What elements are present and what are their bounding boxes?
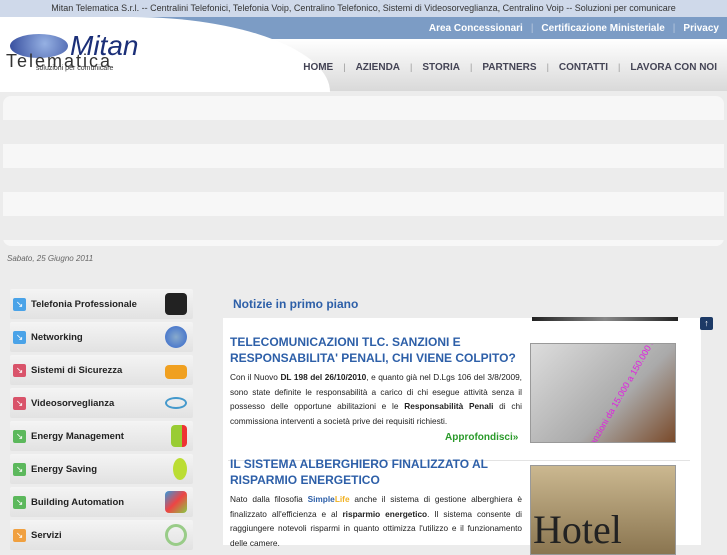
arrow-icon: ↘ [13, 363, 26, 377]
scroll-up-button[interactable]: ↑ [700, 317, 713, 330]
arrow-icon: ↘ [13, 297, 26, 311]
logo-tagline: soluzioni per comunicare [36, 65, 114, 72]
arrow-icon: ↘ [13, 495, 26, 509]
news-item: TELECOMUNICAZIONI TLC. SANZIONI E RESPON… [230, 334, 690, 443]
sidebar-item-label: Networking [31, 331, 83, 343]
sidebar-item-label: Building Automation [31, 496, 125, 508]
arrow-icon: ↘ [13, 528, 26, 542]
section-title: Notizie in primo piano [233, 297, 359, 311]
sidebar-item-label: Energy Management [31, 430, 124, 442]
news-image[interactable]: Hotel [530, 465, 676, 555]
sidebar-item-label: Telefonia Professionale [31, 298, 137, 310]
news-title[interactable]: IL SISTEMA ALBERGHIERO FINALIZZATO AL RI… [230, 456, 520, 488]
nav-partners[interactable]: PARTNERS [472, 62, 546, 73]
arrow-icon: ↘ [13, 330, 26, 344]
image-caption: Hotel [533, 507, 622, 552]
news-section: Notizie in primo piano ↑ TELECOMUNICAZIO… [220, 290, 727, 555]
site-tagline-bar: Mitan Telematica S.r.l. -- Centralini Te… [0, 0, 727, 17]
news-body: Con il Nuovo DL 198 del 26/10/2010, e qu… [230, 372, 522, 426]
banner-slideshow[interactable] [3, 96, 724, 246]
sidebar-item-servizi[interactable]: ↘ Servizi [10, 520, 193, 550]
sidebar-item-building-automation[interactable]: ↘ Building Automation [10, 487, 193, 517]
news-body: Nato dalla filosofia SimpleLife anche il… [230, 494, 523, 548]
arrow-up-icon: ↑ [704, 318, 709, 328]
energy-meter-icon [171, 425, 187, 447]
sidebar-item-energy-management[interactable]: ↘ Energy Management [10, 421, 193, 451]
sidebar-item-label: Energy Saving [31, 463, 97, 475]
building-icon [165, 491, 187, 513]
link-privacy[interactable]: Privacy [675, 23, 727, 34]
sidebar-item-sicurezza[interactable]: ↘ Sistemi di Sicurezza [10, 355, 193, 385]
nav-azienda[interactable]: AZIENDA [346, 62, 410, 73]
lock-icon [165, 365, 187, 379]
news-item: IL SISTEMA ALBERGHIERO FINALIZZATO AL RI… [230, 456, 690, 555]
sidebar-item-label: Servizi [31, 529, 62, 541]
current-date: Sabato, 25 Giugno 2011 [7, 254, 94, 263]
news-title[interactable]: TELECOMUNICAZIONI TLC. SANZIONI E RESPON… [230, 334, 520, 366]
sidebar-item-label: Sistemi di Sicurezza [31, 364, 123, 376]
link-certificazione[interactable]: Certificazione Ministeriale [533, 23, 672, 34]
image-caption: (Sanzioni da 15.000 a 150.000 euro) [583, 343, 665, 443]
arrow-icon: ↘ [13, 429, 26, 443]
sidebar-item-energy-saving[interactable]: ↘ Energy Saving [10, 454, 193, 484]
tagline-text: Mitan Telematica S.r.l. -- Centralini Te… [51, 3, 676, 13]
sidebar-menu: ↘ Telefonia Professionale ↘ Networking ↘ Si… [10, 289, 193, 553]
phone-icon [165, 293, 187, 315]
bulb-icon [173, 458, 187, 480]
nav-contatti[interactable]: CONTATTI [549, 62, 618, 73]
main-nav: HOME | AZIENDA | STORIA | PARTNERS | CONTATT… [293, 58, 727, 76]
nav-lavora[interactable]: LAVORA CON NOI [620, 62, 727, 73]
logo[interactable]: Mitan Telematica soluzioni per comunicar… [6, 28, 156, 76]
image-strip [532, 317, 678, 321]
eye-icon [165, 397, 187, 409]
nav-home[interactable]: HOME [293, 62, 343, 73]
globe-icon [165, 326, 187, 348]
link-area-concessionari[interactable]: Area Concessionari [421, 23, 531, 34]
nav-storia[interactable]: STORIA [412, 62, 470, 73]
read-more-link[interactable]: Approfondisci» [445, 432, 518, 443]
sidebar-item-label: Videosorveglianza [31, 397, 115, 409]
sidebar-item-telefonia[interactable]: ↘ Telefonia Professionale [10, 289, 193, 319]
arrow-icon: ↘ [13, 396, 26, 410]
arrow-icon: ↘ [13, 462, 26, 476]
sidebar-item-videosorveglianza[interactable]: ↘ Videosorveglianza [10, 388, 193, 418]
sidebar-item-networking[interactable]: ↘ Networking [10, 322, 193, 352]
news-image[interactable]: (Sanzioni da 15.000 a 150.000 euro) [530, 343, 676, 443]
top-links: Area Concessionari | Certificazione Minis… [421, 17, 727, 39]
refresh-icon [165, 524, 187, 546]
